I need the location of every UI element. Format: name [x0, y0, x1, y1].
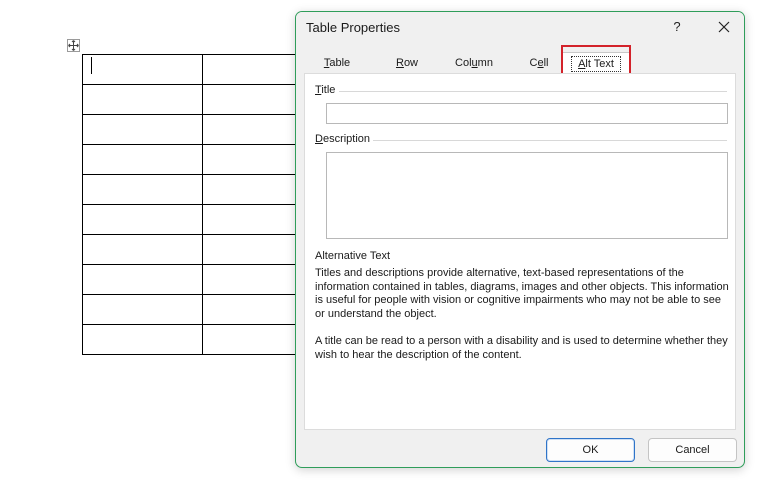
help-button[interactable]: ?	[658, 12, 696, 42]
table-cell[interactable]	[81, 264, 204, 295]
table-cell[interactable]	[202, 84, 304, 115]
table-row	[81, 324, 304, 355]
dialog-tabs: Table Row Column Cell Alt Text	[304, 52, 738, 74]
table-cell[interactable]	[202, 324, 304, 355]
title-divider	[339, 91, 727, 92]
title-label: Title	[315, 84, 336, 96]
table-row	[81, 294, 304, 325]
table-cell[interactable]	[202, 144, 304, 175]
description-label: Description	[315, 133, 371, 145]
table-cell[interactable]	[202, 54, 304, 85]
tab-table[interactable]: Table	[314, 52, 360, 74]
close-button[interactable]	[702, 12, 744, 42]
table-cell[interactable]	[81, 84, 204, 115]
cancel-button[interactable]: Cancel	[648, 438, 737, 462]
table-cell[interactable]	[81, 174, 204, 205]
table-row	[81, 54, 304, 85]
table-cell[interactable]	[202, 114, 304, 145]
alt-text-title-paragraph: A title can be read to a person with a d…	[315, 335, 728, 361]
table-cell[interactable]	[202, 264, 304, 295]
table-cell[interactable]	[81, 144, 204, 175]
table-cell[interactable]	[202, 294, 304, 325]
table-row	[81, 144, 304, 175]
title-input[interactable]	[326, 103, 728, 124]
word-document-canvas: Table Properties ? Table Row Column Cell	[0, 0, 761, 489]
table-cell[interactable]	[81, 54, 204, 85]
tab-column[interactable]: Column	[442, 52, 506, 74]
dialog-title: Table Properties	[306, 20, 400, 35]
table-row	[81, 264, 304, 295]
table-row	[81, 114, 304, 145]
dialog-titlebar[interactable]: Table Properties ?	[296, 12, 744, 42]
table-move-handle-icon[interactable]	[67, 39, 80, 52]
table-cell[interactable]	[202, 174, 304, 205]
table-row	[81, 174, 304, 205]
text-cursor	[91, 57, 92, 74]
table-cell[interactable]	[81, 234, 204, 265]
table-cell[interactable]	[81, 204, 204, 235]
table-cell[interactable]	[81, 114, 204, 145]
table-row	[81, 204, 304, 235]
table-cell[interactable]	[202, 204, 304, 235]
table-row	[81, 234, 304, 265]
table-row	[81, 84, 304, 115]
table-properties-dialog: Table Properties ? Table Row Column Cell	[295, 11, 745, 468]
table-cell[interactable]	[81, 294, 204, 325]
description-divider	[373, 140, 727, 141]
table-cell[interactable]	[81, 324, 204, 355]
ok-button[interactable]: OK	[546, 438, 635, 462]
tab-cell[interactable]: Cell	[516, 52, 562, 74]
alt-text-info-paragraph: Titles and descriptions provide alternat…	[315, 267, 729, 320]
description-input[interactable]	[326, 152, 728, 239]
alt-text-heading: Alternative Text	[315, 250, 391, 262]
alt-text-panel: Title Description Alternative Text Title…	[304, 73, 736, 430]
document-table[interactable]	[81, 54, 304, 355]
table-cell[interactable]	[202, 234, 304, 265]
close-icon	[718, 21, 730, 33]
tab-row[interactable]: Row	[382, 52, 432, 74]
